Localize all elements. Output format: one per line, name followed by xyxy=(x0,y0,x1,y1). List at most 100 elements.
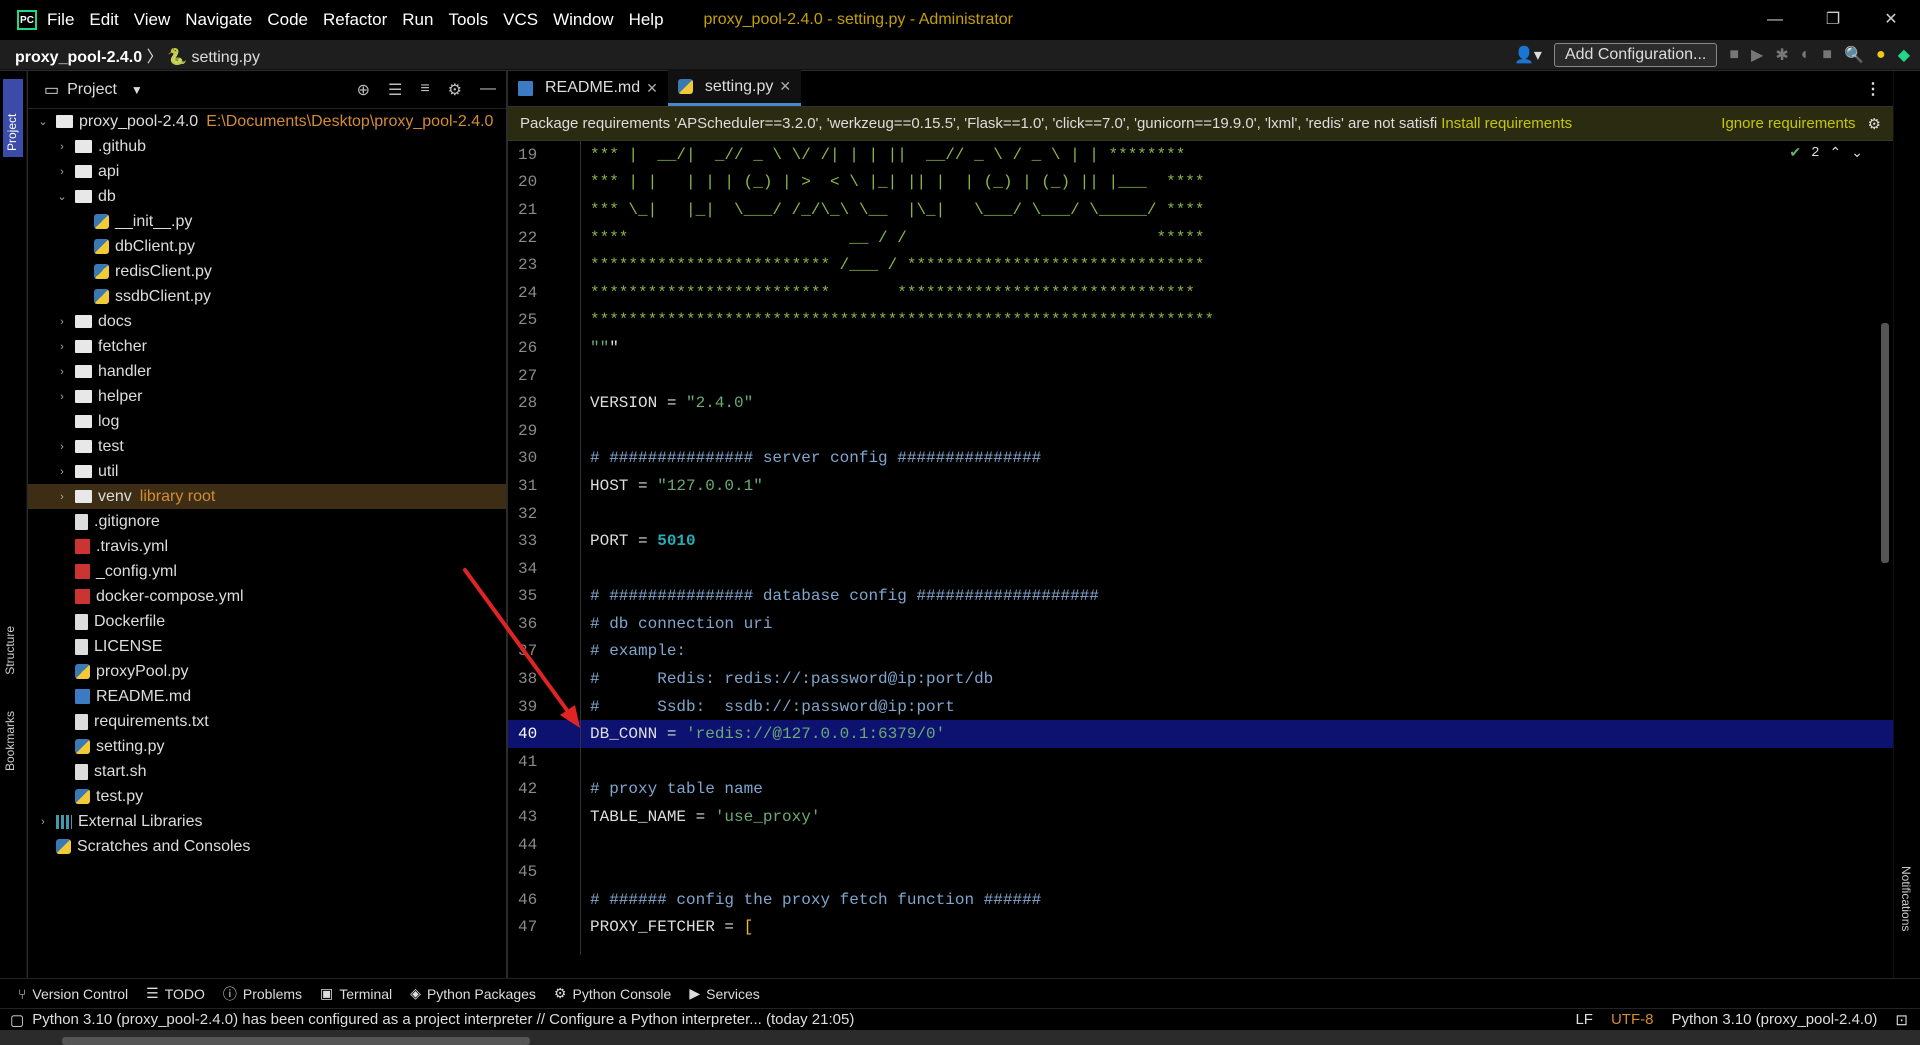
tree-item[interactable]: __init__.py xyxy=(28,209,506,234)
menu-item-run[interactable]: Run xyxy=(402,10,433,30)
coverage-icon[interactable]: ◐ xyxy=(1801,46,1811,64)
tool-tab-bookmarks[interactable]: Bookmarks xyxy=(3,711,17,771)
code-line[interactable]: 19 *** | __/| _// _ \ \/ /| | | || __// _… xyxy=(508,141,1893,169)
close-icon[interactable]: ✕ xyxy=(1862,0,1920,40)
tree-item[interactable]: setting.py xyxy=(28,734,506,759)
close-tab-icon[interactable]: ✕ xyxy=(779,78,791,95)
code-line[interactable]: 44 xyxy=(508,831,1893,859)
code-line[interactable]: 29 xyxy=(508,417,1893,445)
locate-icon[interactable]: ⊕ xyxy=(357,80,370,100)
code-line[interactable]: 46 # ###### config the proxy fetch functi… xyxy=(508,886,1893,914)
code-line[interactable]: 34 xyxy=(508,555,1893,583)
tree-item[interactable]: .gitignore xyxy=(28,509,506,534)
tree-item[interactable]: log xyxy=(28,409,506,434)
tree-item[interactable]: _config.yml xyxy=(28,559,506,584)
tab-setting[interactable]: setting.py ✕ xyxy=(667,70,802,106)
tree-external-libraries[interactable]: › External Libraries xyxy=(28,809,506,834)
bottom-tab-problems[interactable]: ⓘ Problems xyxy=(223,984,302,1004)
tree-item[interactable]: ⌄ db xyxy=(28,184,506,209)
code-line[interactable]: 41 xyxy=(508,748,1893,776)
code-line[interactable]: 47 PROXY_FETCHER = [ xyxy=(508,914,1893,942)
stop-all-icon[interactable]: ■ xyxy=(1822,46,1832,64)
code-line[interactable]: 23 ************************* /___ / *****… xyxy=(508,251,1893,279)
tree-item[interactable]: › .github xyxy=(28,134,506,159)
code-line[interactable]: 39 # Ssdb: ssdb://:password@ip:port xyxy=(508,693,1893,721)
code-line[interactable]: 36 # db connection uri xyxy=(508,610,1893,638)
code-line[interactable]: 38 # Redis: redis://:password@ip:port/db xyxy=(508,665,1893,693)
minimize-icon[interactable]: — xyxy=(1746,0,1804,40)
update-icon[interactable]: ● xyxy=(1876,46,1886,64)
tree-item[interactable]: › venv library root xyxy=(28,484,506,509)
tree-item[interactable]: › util xyxy=(28,459,506,484)
code-line[interactable]: 37 # example: xyxy=(508,638,1893,666)
collapse-all-icon[interactable]: ≡ xyxy=(420,80,429,100)
gear-icon[interactable]: ⚙ xyxy=(448,80,462,100)
code-line[interactable]: 43 TABLE_NAME = 'use_proxy' xyxy=(508,803,1893,831)
code-line[interactable]: 33 PORT = 5010 xyxy=(508,527,1893,555)
project-panel-title[interactable]: Project xyxy=(67,81,117,99)
code-line[interactable]: 32 xyxy=(508,500,1893,528)
tree-item[interactable]: README.md xyxy=(28,684,506,709)
chevron-icon[interactable]: › xyxy=(55,141,69,153)
code-line[interactable]: 22 **** __ / / ***** xyxy=(508,224,1893,252)
chevron-icon[interactable]: ⌄ xyxy=(36,115,50,128)
code-line[interactable]: 35 # ############### database config ####… xyxy=(508,583,1893,611)
breadcrumb-project[interactable]: proxy_pool-2.4.0 xyxy=(15,49,142,66)
code-line[interactable]: 27 xyxy=(508,362,1893,390)
tree-item[interactable]: dbClient.py xyxy=(28,234,506,259)
lock-icon[interactable]: ⊡ xyxy=(1895,1011,1908,1029)
gear-icon[interactable]: ⚙ xyxy=(1868,115,1881,133)
tool-tab-notifications[interactable]: Notifications xyxy=(1899,866,1913,931)
chevron-icon[interactable]: › xyxy=(55,366,69,378)
close-tab-icon[interactable]: ✕ xyxy=(646,80,658,97)
expand-all-icon[interactable]: ☰ xyxy=(388,80,402,100)
menu-item-navigate[interactable]: Navigate xyxy=(185,10,252,30)
run-icon[interactable]: ▶ xyxy=(1751,45,1763,65)
menu-item-file[interactable]: File xyxy=(47,10,74,30)
breadcrumb-file[interactable]: setting.py xyxy=(191,49,259,66)
more-options-icon[interactable]: ⋮ xyxy=(1865,79,1881,99)
menu-item-tools[interactable]: Tools xyxy=(448,10,488,30)
debug-icon[interactable]: ✱ xyxy=(1775,45,1788,65)
code-line[interactable]: 30 # ############### server config ######… xyxy=(508,445,1893,473)
code-line[interactable]: 20 *** | | | | | (_) | > < \ |_| || | | (… xyxy=(508,169,1893,197)
tree-item[interactable]: requirements.txt xyxy=(28,709,506,734)
tree-item[interactable]: proxyPool.py xyxy=(28,659,506,684)
jetbrains-icon[interactable]: ◆ xyxy=(1898,45,1910,65)
install-requirements-link[interactable]: Install requirements xyxy=(1441,115,1572,132)
vertical-scrollbar[interactable] xyxy=(1881,323,1889,563)
tree-item[interactable]: › test xyxy=(28,434,506,459)
tab-readme[interactable]: README.md ✕ xyxy=(508,70,668,106)
chevron-icon[interactable]: › xyxy=(36,816,50,828)
restore-icon[interactable]: ❐ xyxy=(1804,0,1862,40)
menu-item-help[interactable]: Help xyxy=(629,10,664,30)
chevron-icon[interactable]: ⌄ xyxy=(55,190,69,203)
tree-item[interactable]: start.sh xyxy=(28,759,506,784)
stop-icon[interactable]: ■ xyxy=(1729,46,1739,64)
menu-item-code[interactable]: Code xyxy=(267,10,308,30)
code-line[interactable]: 45 xyxy=(508,858,1893,886)
chevron-icon[interactable]: › xyxy=(55,316,69,328)
tree-item[interactable]: docker-compose.yml xyxy=(28,584,506,609)
bottom-tab-terminal[interactable]: ▣ Terminal xyxy=(320,985,392,1002)
bottom-tab-version-control[interactable]: ⑂ Version Control xyxy=(18,986,128,1002)
tree-scratches[interactable]: Scratches and Consoles xyxy=(28,834,506,859)
search-icon[interactable]: 🔍 xyxy=(1844,45,1864,65)
tree-item[interactable]: › fetcher xyxy=(28,334,506,359)
inspection-widget[interactable]: ✔ 2 ⌃ ⌄ xyxy=(1789,145,1863,162)
chevron-down-icon[interactable]: ▼ xyxy=(131,83,143,97)
menu-item-vcs[interactable]: VCS xyxy=(503,10,538,30)
menu-item-window[interactable]: Window xyxy=(553,10,613,30)
chevron-up-icon[interactable]: ⌃ xyxy=(1830,145,1842,162)
code-line[interactable]: 28 VERSION = "2.4.0" xyxy=(508,389,1893,417)
hide-icon[interactable]: — xyxy=(480,80,496,100)
user-icon[interactable]: 👤▾ xyxy=(1514,45,1542,65)
add-configuration-button[interactable]: Add Configuration... xyxy=(1553,43,1718,67)
tree-item[interactable]: redisClient.py xyxy=(28,259,506,284)
tree-item[interactable]: › helper xyxy=(28,384,506,409)
bottom-tab-python-packages[interactable]: ◈ Python Packages xyxy=(410,985,536,1002)
bottom-tab-python-console[interactable]: ⚙ Python Console xyxy=(554,985,671,1002)
tree-item[interactable]: ssdbClient.py xyxy=(28,284,506,309)
chevron-icon[interactable]: › xyxy=(55,491,69,503)
code-line[interactable]: 31 HOST = "127.0.0.1" xyxy=(508,472,1893,500)
